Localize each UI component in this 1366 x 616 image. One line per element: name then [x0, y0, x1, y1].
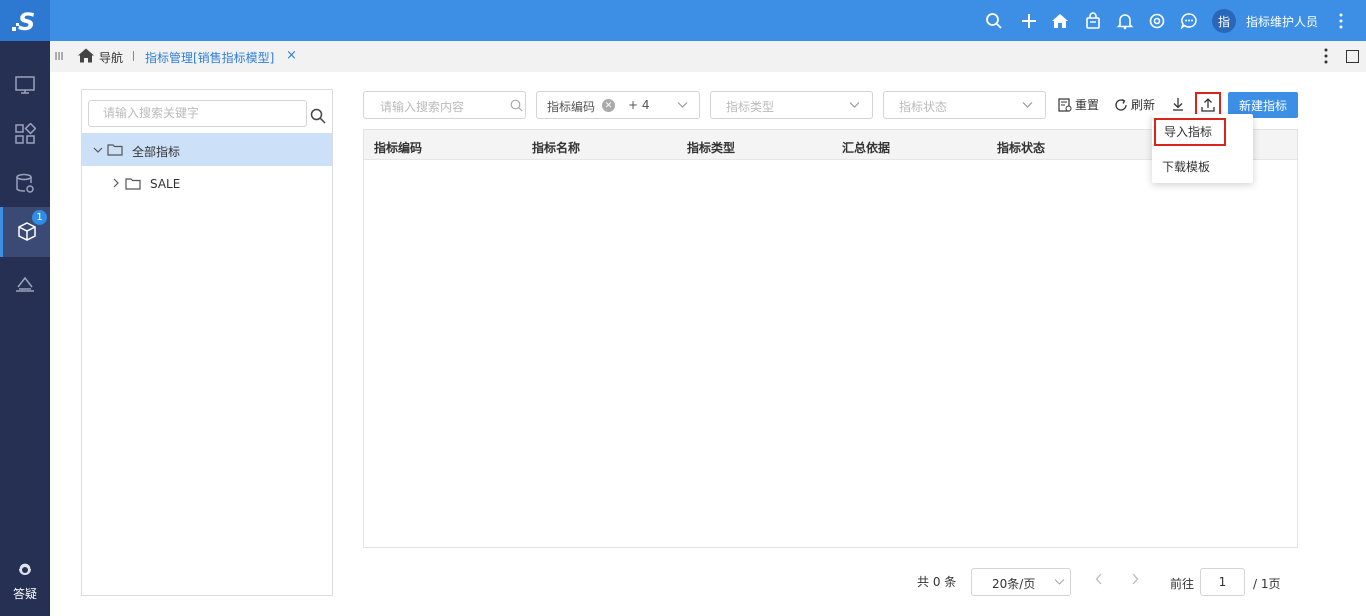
refresh-label: 刷新	[1131, 98, 1156, 112]
search-content-input[interactable]: 请输入搜索内容	[363, 91, 526, 119]
user-name[interactable]: 指标维护人员	[1246, 13, 1318, 30]
chat-icon[interactable]	[1178, 10, 1200, 32]
settings-icon[interactable]	[1146, 10, 1168, 32]
tab-divider	[133, 51, 134, 61]
search-icon[interactable]	[983, 10, 1005, 32]
monitor-icon	[15, 76, 35, 94]
home-tab-icon[interactable]	[78, 48, 94, 63]
tab-close-icon[interactable]: ×	[286, 49, 297, 62]
sidebar-item-apps[interactable]	[0, 109, 50, 159]
chevron-right-icon[interactable]	[111, 178, 121, 188]
home-icon[interactable]	[1049, 10, 1071, 32]
tab-navigation[interactable]: 导航	[99, 49, 123, 66]
upload-dropdown-menu: 导入指标 下载模板	[1152, 114, 1253, 183]
column-header-status[interactable]: 指标状态	[997, 139, 1045, 156]
sidebar-item-database[interactable]	[0, 159, 50, 209]
top-bar: S 指 指标维护人员	[0, 0, 1366, 41]
support-agent-icon[interactable]	[15, 560, 35, 580]
page-number-input[interactable]: 1	[1200, 568, 1245, 596]
menu-item-import-indicator[interactable]: 导入指标	[1154, 118, 1226, 146]
chevron-down-icon	[1054, 579, 1065, 585]
reset-label: 重置	[1075, 98, 1100, 112]
type-placeholder: 指标类型	[726, 100, 775, 114]
column-header-code[interactable]: 指标编码	[374, 139, 422, 156]
apps-grid-icon	[15, 123, 36, 144]
next-page-icon[interactable]	[1130, 573, 1140, 585]
chevron-down-icon[interactable]	[93, 145, 103, 155]
page-size-select[interactable]: 20条/页	[971, 568, 1071, 596]
column-header-type[interactable]: 指标类型	[687, 139, 735, 156]
tree-node-label: 全部指标	[132, 145, 181, 159]
chevron-down-icon	[1022, 102, 1033, 108]
chevron-down-icon	[849, 102, 860, 108]
goto-label: 前往	[1170, 577, 1195, 591]
folder-icon	[107, 144, 123, 156]
indicator-table: 指标编码 指标名称 指标类型 汇总依据 指标状态	[363, 129, 1298, 548]
tab-bar: 导航 指标管理[销售指标模型] ×	[50, 41, 1366, 72]
help-label[interactable]: 答疑	[0, 585, 50, 602]
page-size-value: 20条/页	[992, 577, 1036, 591]
status-placeholder: 指标状态	[899, 100, 948, 114]
total-count: 共 0 条	[917, 575, 957, 589]
filter-more-count: + 4	[628, 98, 650, 112]
type-filter-select[interactable]: 指标类型	[710, 91, 873, 119]
filter-tag-code: 指标编码	[547, 100, 596, 114]
app-logo[interactable]: S	[0, 0, 50, 41]
reset-button[interactable]: 重置	[1058, 96, 1099, 113]
logo-icon: S	[12, 8, 35, 35]
refresh-icon	[1115, 98, 1127, 111]
tree-node-sale[interactable]: SALE	[150, 177, 180, 191]
column-header-name[interactable]: 指标名称	[532, 139, 580, 156]
notification-badge: 1	[32, 210, 47, 225]
upload-icon	[1201, 97, 1215, 112]
status-filter-select[interactable]: 指标状态	[883, 91, 1046, 119]
prev-page-icon[interactable]	[1094, 573, 1104, 585]
refresh-button[interactable]: 刷新	[1114, 96, 1155, 113]
total-pages: / 1页	[1253, 577, 1281, 591]
more-vertical-icon[interactable]	[1335, 10, 1347, 32]
cube-icon	[17, 222, 36, 241]
indicator-tree-panel: 请输入搜索关键字 全部指标 SALE	[81, 89, 333, 596]
add-icon[interactable]	[1018, 10, 1040, 32]
reset-document-icon	[1058, 97, 1072, 112]
clear-tag-icon[interactable]: ✕	[602, 99, 615, 112]
shopping-bag-icon[interactable]	[1082, 10, 1104, 32]
sidebar-item-reports[interactable]	[0, 259, 50, 309]
column-header-aggregation[interactable]: 汇总依据	[842, 139, 890, 156]
tree-search-input[interactable]: 请输入搜索关键字	[88, 100, 307, 127]
menu-item-download-template[interactable]: 下载模板	[1162, 158, 1210, 175]
tree-node-all-indicators[interactable]: 全部指标	[82, 133, 332, 166]
layers-chart-icon	[16, 276, 34, 292]
folder-icon	[125, 178, 141, 190]
code-filter-select[interactable]: 指标编码 ✕ + 4	[536, 91, 700, 119]
search-placeholder: 请输入搜索内容	[380, 100, 465, 114]
chevron-down-icon	[677, 102, 688, 108]
search-icon[interactable]	[510, 99, 523, 112]
bell-icon[interactable]	[1114, 10, 1136, 32]
tab-more-icon[interactable]	[1321, 47, 1331, 65]
search-icon[interactable]	[310, 108, 326, 124]
maximize-icon[interactable]	[1346, 50, 1359, 63]
svg-text:S: S	[18, 8, 35, 35]
user-avatar[interactable]: 指	[1212, 9, 1236, 33]
sidebar-item-dashboard[interactable]	[0, 60, 50, 110]
download-icon[interactable]	[1170, 96, 1186, 112]
tab-indicator-management[interactable]: 指标管理[销售指标模型]	[145, 49, 274, 66]
collapse-menu-icon[interactable]	[54, 50, 64, 62]
database-settings-icon	[16, 173, 34, 193]
